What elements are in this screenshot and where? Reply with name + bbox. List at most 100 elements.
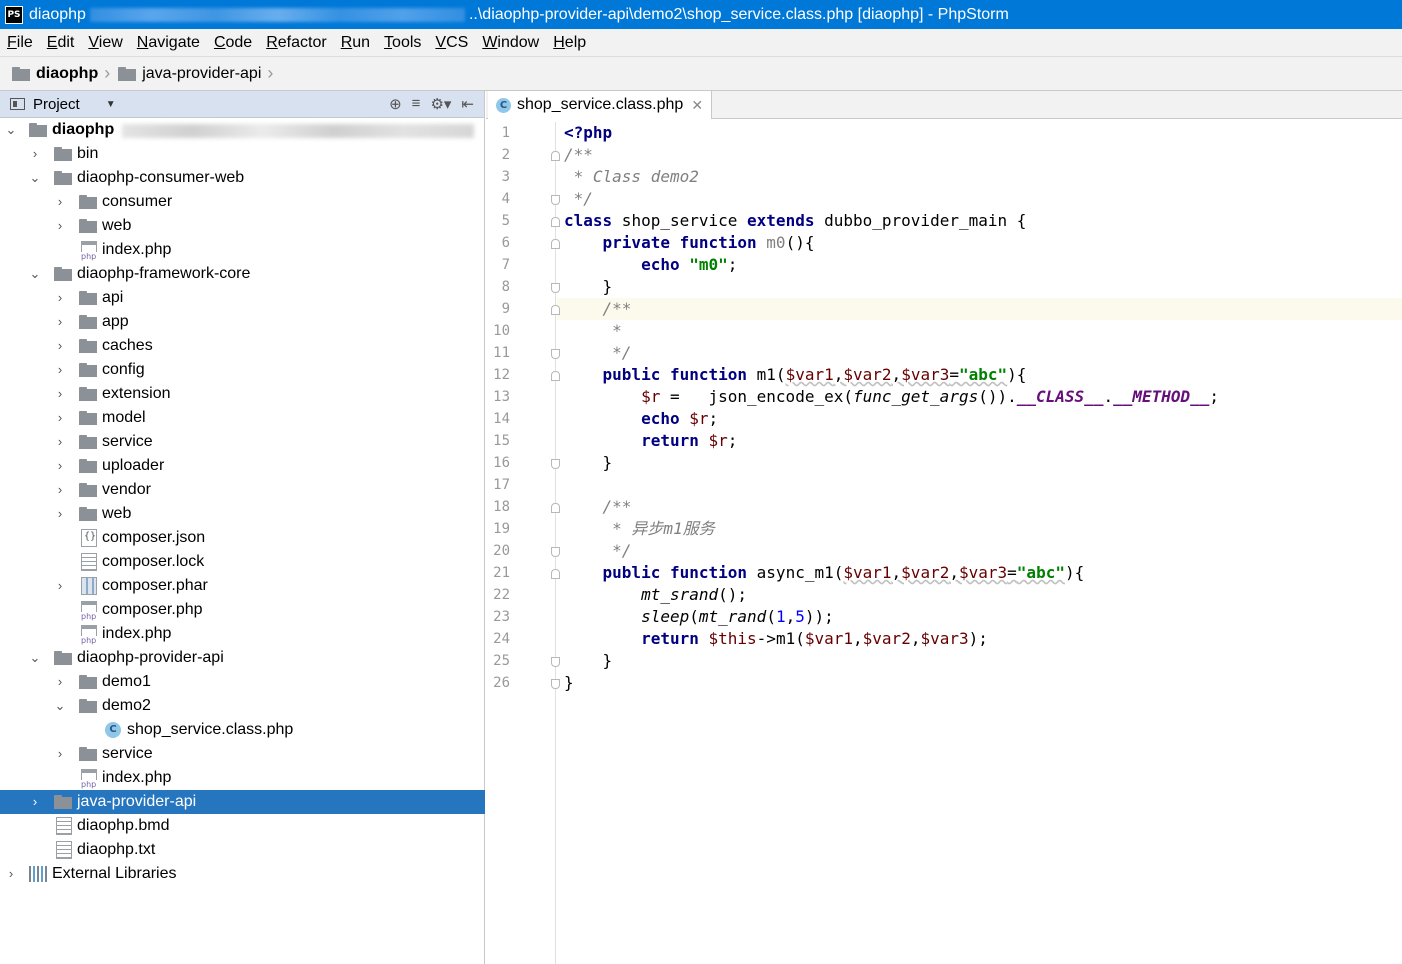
chevron-right-icon[interactable]: › (53, 387, 67, 401)
chevron-right-icon[interactable]: › (53, 435, 67, 449)
tree-item-consumer[interactable]: › consumer (0, 190, 485, 214)
tree-item-demo2[interactable]: ⌄ demo2 (0, 694, 485, 718)
chevron-right-icon[interactable]: › (53, 195, 67, 209)
tree-item-model[interactable]: › model (0, 406, 485, 430)
chevron-right-icon[interactable]: › (28, 147, 42, 161)
tree-item-bin[interactable]: › bin (0, 142, 485, 166)
breadcrumb-item-java-provider-api[interactable]: java-provider-api (118, 65, 261, 83)
fold-marker-icon[interactable] (551, 305, 560, 315)
chevron-right-icon[interactable]: › (28, 795, 42, 809)
tree-item-composer-php[interactable]: composer.php (0, 598, 485, 622)
chevron-right-icon[interactable]: › (53, 315, 67, 329)
tree-item-api[interactable]: › api (0, 286, 485, 310)
tree-item-app[interactable]: › app (0, 310, 485, 334)
chevron-right-icon[interactable]: › (53, 579, 67, 593)
tree-item-index-php[interactable]: index.php (0, 766, 485, 790)
tree-item-uploader[interactable]: › uploader (0, 454, 485, 478)
menu-run[interactable]: Run (341, 34, 370, 52)
tree-item-composer-lock[interactable]: composer.lock (0, 550, 485, 574)
fold-marker-icon[interactable] (551, 151, 560, 161)
menu-file[interactable]: File (7, 34, 33, 52)
tree-item-vendor[interactable]: › vendor (0, 478, 485, 502)
menu-tools[interactable]: Tools (384, 34, 421, 52)
menu-help[interactable]: Help (553, 34, 586, 52)
tree-item-composer-phar[interactable]: › composer.phar (0, 574, 485, 598)
collapse-all-icon[interactable]: ≡ (412, 95, 421, 113)
tree-item-consumer-web[interactable]: ⌄ diaophp-consumer-web (0, 166, 485, 190)
code-area[interactable]: 1 2 3 4 5 6 7 8 9 10 11 12 13 14 15 16 1… (486, 122, 1402, 964)
tree-item-diaophp-txt[interactable]: diaophp.txt (0, 838, 485, 862)
tree-item-demo1[interactable]: › demo1 (0, 670, 485, 694)
menu-refactor[interactable]: Refactor (266, 34, 326, 52)
tree-item-framework-core[interactable]: ⌄ diaophp-framework-core (0, 262, 485, 286)
dropdown-arrow-icon[interactable]: ▼ (106, 99, 116, 110)
editor-tab-shop-service[interactable]: C shop_service.class.php ✕ (488, 91, 713, 119)
menu-code[interactable]: Code (214, 34, 252, 52)
chevron-right-icon[interactable]: › (53, 339, 67, 353)
tree-item-service[interactable]: › service (0, 430, 485, 454)
chevron-right-icon[interactable]: › (53, 675, 67, 689)
chevron-right-icon[interactable]: › (53, 219, 67, 233)
tree-item-service[interactable]: › service (0, 742, 485, 766)
fold-marker-icon[interactable] (551, 349, 560, 359)
chevron-down-icon[interactable]: ⌄ (28, 171, 42, 185)
gear-icon[interactable]: ⚙▾ (430, 95, 451, 113)
chevron-right-icon[interactable]: › (53, 291, 67, 305)
line-number-gutter: 1 2 3 4 5 6 7 8 9 10 11 12 13 14 15 16 1… (486, 122, 560, 964)
tree-item-web[interactable]: › web (0, 214, 485, 238)
code-line-1: <?php (564, 122, 1402, 144)
chevron-right-icon[interactable]: › (53, 411, 67, 425)
project-panel-header: Project ▼ ⊕ ≡ ⚙▾ ⇤ (0, 91, 484, 118)
hide-panel-icon[interactable]: ⇤ (461, 95, 474, 113)
fold-marker-icon[interactable] (551, 657, 560, 667)
tree-item-composer-json[interactable]: composer.json (0, 526, 485, 550)
chevron-right-icon[interactable]: › (53, 459, 67, 473)
chevron-down-icon[interactable]: ⌄ (28, 651, 42, 665)
fold-marker-icon[interactable] (551, 679, 560, 689)
tree-item-java-provider-api[interactable]: › java-provider-api (0, 790, 485, 814)
tree-item-external-libraries[interactable]: › External Libraries (0, 862, 485, 886)
fold-marker-icon[interactable] (551, 547, 560, 557)
tree-item-extension[interactable]: › extension (0, 382, 485, 406)
tree-item-caches[interactable]: › caches (0, 334, 485, 358)
folder-icon (79, 459, 97, 473)
fold-marker-icon[interactable] (551, 195, 560, 205)
tree-item-index-php[interactable]: index.php (0, 238, 485, 262)
tree-label: api (102, 289, 124, 306)
tree-item-root[interactable]: ⌄ diaophp (0, 118, 485, 142)
fold-marker-icon[interactable] (551, 239, 560, 249)
line-number: 9 (501, 301, 510, 317)
chevron-down-icon[interactable]: ⌄ (53, 699, 67, 713)
fold-marker-icon[interactable] (551, 569, 560, 579)
chevron-right-icon[interactable]: › (53, 363, 67, 377)
menu-navigate[interactable]: Navigate (137, 34, 200, 52)
tree-item-config[interactable]: › config (0, 358, 485, 382)
menu-vcs[interactable]: VCS (435, 34, 468, 52)
code-line-21: public function async_m1($var1,$var2,$va… (602, 563, 1085, 582)
project-view-selector[interactable]: Project (33, 96, 80, 113)
tree-item-provider-api[interactable]: ⌄ diaophp-provider-api (0, 646, 485, 670)
tree-item-shop-service[interactable]: C shop_service.class.php (0, 718, 485, 742)
menu-window[interactable]: Window (482, 34, 539, 52)
menu-edit[interactable]: Edit (47, 34, 75, 52)
chevron-right-icon[interactable]: › (53, 483, 67, 497)
chevron-down-icon[interactable]: ⌄ (28, 267, 42, 281)
close-icon[interactable]: ✕ (691, 97, 703, 114)
chevron-right-icon[interactable]: › (53, 507, 67, 521)
tree-item-index-php[interactable]: index.php (0, 622, 485, 646)
tree-item-web[interactable]: › web (0, 502, 485, 526)
code-token: */ (602, 343, 632, 362)
tree-item-diaophp-bmd[interactable]: diaophp.bmd (0, 814, 485, 838)
fold-marker-icon[interactable] (551, 371, 560, 381)
fold-marker-icon[interactable] (551, 459, 560, 469)
breadcrumb-item-diaophp[interactable]: diaophp (12, 65, 98, 83)
menu-view[interactable]: View (88, 34, 122, 52)
chevron-down-icon[interactable]: ⌄ (4, 123, 18, 137)
chevron-right-icon[interactable]: › (53, 747, 67, 761)
fold-marker-icon[interactable] (551, 217, 560, 227)
chevron-right-icon[interactable]: › (4, 867, 18, 881)
fold-marker-icon[interactable] (551, 503, 560, 513)
locate-target-icon[interactable]: ⊕ (389, 95, 402, 113)
fold-marker-icon[interactable] (551, 283, 560, 293)
folder-icon (79, 507, 97, 521)
